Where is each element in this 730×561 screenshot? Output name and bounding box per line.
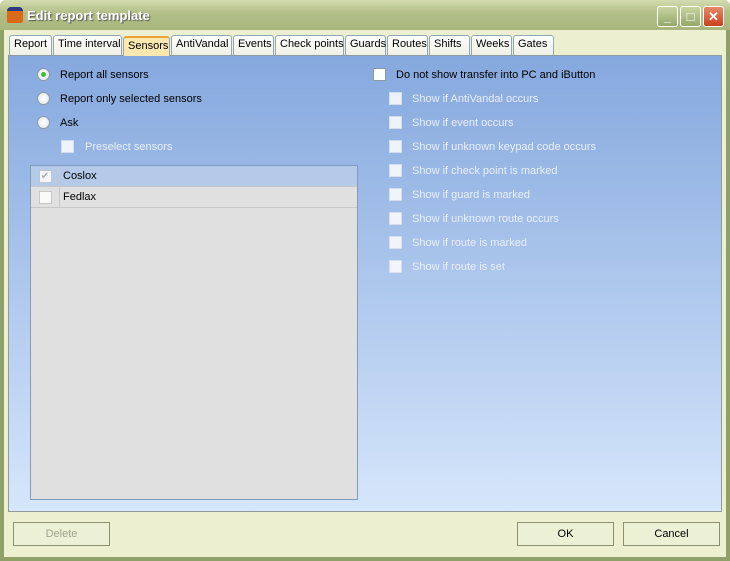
tab-shifts[interactable]: Shifts <box>429 35 470 55</box>
radio-button[interactable] <box>37 92 50 105</box>
radio-label: Report all sensors <box>60 68 149 81</box>
radio-button[interactable] <box>37 116 50 129</box>
delete-button[interactable]: Delete <box>13 522 110 546</box>
tab-sensors[interactable]: Sensors <box>123 36 170 56</box>
checkbox[interactable] <box>389 140 402 153</box>
radio-report-all-sensors[interactable]: Report all sensors <box>37 68 149 81</box>
transfer-option-checkbox[interactable]: Show if check point is marked <box>389 164 558 177</box>
tab-weeks[interactable]: Weeks <box>471 35 512 55</box>
tab-report[interactable]: Report <box>9 35 52 55</box>
tab-routes[interactable]: Routes <box>387 35 428 55</box>
preselect-sensors-checkbox[interactable]: Preselect sensors <box>61 140 172 153</box>
close-button[interactable]: ✕ <box>703 6 724 27</box>
checkbox-label: Show if unknown route occurs <box>412 212 559 225</box>
checkbox-label: Do not show transfer into PC and iButton <box>396 68 596 81</box>
checkbox[interactable] <box>389 236 402 249</box>
ok-button[interactable]: OK <box>517 522 614 546</box>
checkbox[interactable] <box>61 140 74 153</box>
sensor-name: Fedlax <box>63 191 97 203</box>
radio-report-selected-sensors[interactable]: Report only selected sensors <box>37 92 202 105</box>
guard-icon <box>7 7 23 23</box>
checkbox-label: Show if route is set <box>412 260 505 273</box>
transfer-option-checkbox[interactable]: Show if guard is marked <box>389 188 530 201</box>
title-bar[interactable]: Edit report template _ □ ✕ <box>0 0 730 30</box>
radio-ask[interactable]: Ask <box>37 116 78 129</box>
radio-label: Ask <box>60 116 79 129</box>
do-not-show-transfer-checkbox[interactable]: Do not show transfer into PC and iButton <box>373 68 595 81</box>
checkbox[interactable] <box>38 190 52 204</box>
checkbox-label: Show if unknown keypad code occurs <box>412 140 597 153</box>
checkbox[interactable] <box>389 116 402 129</box>
list-item[interactable]: ✔ Coslox <box>31 166 357 187</box>
checkbox[interactable] <box>373 68 386 81</box>
minimize-button[interactable]: _ <box>657 6 678 27</box>
radio-label: Report only selected sensors <box>60 92 202 105</box>
tab-events[interactable]: Events <box>233 35 274 55</box>
list-item[interactable]: Fedlax <box>31 187 357 208</box>
checkbox[interactable] <box>389 260 402 273</box>
radio-button[interactable] <box>37 68 50 81</box>
transfer-option-checkbox[interactable]: Show if unknown route occurs <box>389 212 559 225</box>
checkbox-label: Show if AntiVandal occurs <box>412 92 539 105</box>
checkbox-label: Show if route is marked <box>412 236 527 249</box>
transfer-option-checkbox[interactable]: Show if AntiVandal occurs <box>389 92 538 105</box>
checkbox-label: Show if check point is marked <box>412 164 558 177</box>
checkbox-checked[interactable]: ✔ <box>38 169 52 183</box>
sensors-tab-panel: Report all sensors Report only selected … <box>8 55 722 512</box>
window-title: Edit report template <box>27 8 150 23</box>
tab-check-points[interactable]: Check points <box>275 35 344 55</box>
checkbox[interactable] <box>389 188 402 201</box>
sensor-name: Coslox <box>63 170 97 182</box>
cancel-button[interactable]: Cancel <box>623 522 720 546</box>
transfer-option-checkbox[interactable]: Show if event occurs <box>389 116 514 129</box>
tab-gates[interactable]: Gates <box>513 35 554 55</box>
checkbox[interactable] <box>389 92 402 105</box>
transfer-option-checkbox[interactable]: Show if route is marked <box>389 236 527 249</box>
checkbox-label: Show if guard is marked <box>412 188 530 201</box>
checkbox[interactable] <box>389 164 402 177</box>
checkbox-label: Show if event occurs <box>412 116 514 129</box>
tab-antivandal[interactable]: AntiVandal <box>171 35 232 55</box>
transfer-option-checkbox[interactable]: Show if route is set <box>389 260 505 273</box>
checkbox-label: Preselect sensors <box>85 140 173 153</box>
tab-time-interval[interactable]: Time interval <box>53 35 122 55</box>
sensor-list[interactable]: ✔ Coslox Fedlax <box>30 165 358 500</box>
tab-guards[interactable]: Guards <box>345 35 386 55</box>
transfer-option-checkbox[interactable]: Show if unknown keypad code occurs <box>389 140 596 153</box>
checkbox[interactable] <box>389 212 402 225</box>
maximize-button[interactable]: □ <box>680 6 701 27</box>
